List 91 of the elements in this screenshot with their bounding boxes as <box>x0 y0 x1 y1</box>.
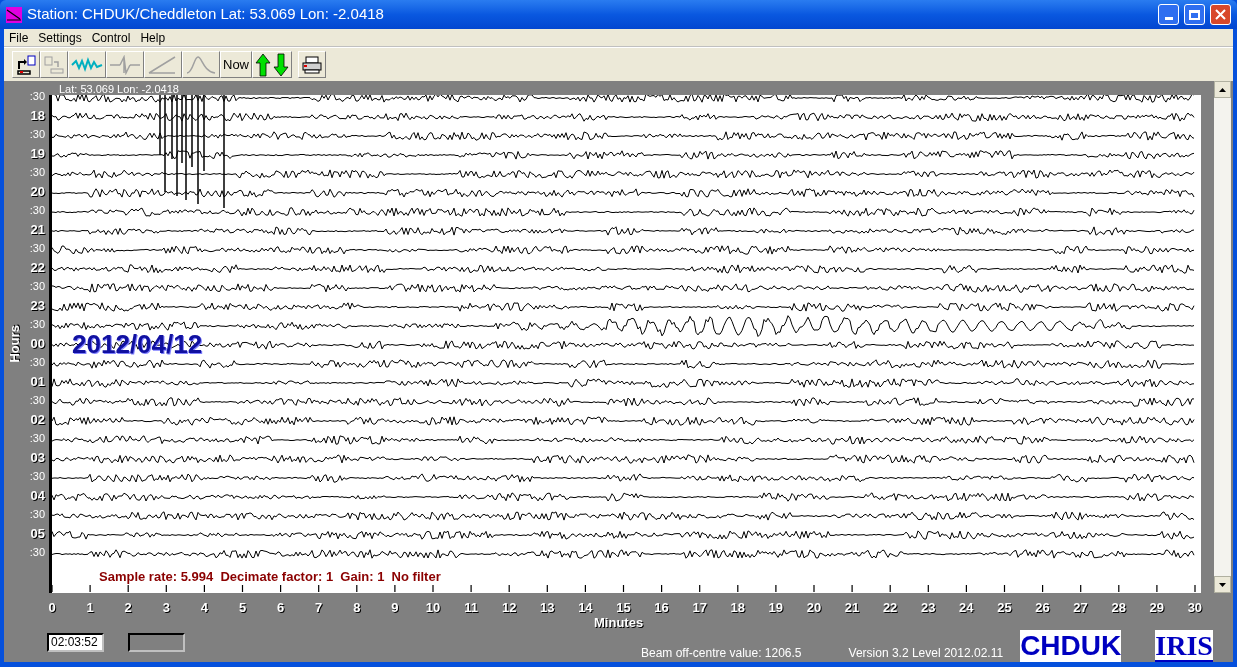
empty-field <box>128 633 185 652</box>
hour-label: 22 <box>30 259 45 277</box>
hour-label: :30 <box>29 355 45 370</box>
down-arrow-icon <box>1219 582 1226 587</box>
x-tick-label: 19 <box>767 600 785 615</box>
x-tick-label: 24 <box>958 600 975 615</box>
filter-icon <box>109 54 141 75</box>
hour-label: :30 <box>29 317 45 332</box>
hour-label: :30 <box>29 469 45 484</box>
close-button[interactable] <box>1210 4 1231 25</box>
maximize-button[interactable] <box>1184 4 1205 25</box>
up-arrow-icon <box>1219 87 1226 92</box>
hour-label: :30 <box>29 127 45 142</box>
app-icon <box>6 6 22 23</box>
x-tick-label: 6 <box>276 600 286 615</box>
toolbar-button[interactable] <box>298 51 326 78</box>
x-tick-label: 26 <box>1034 600 1051 615</box>
hour-label: :30 <box>29 545 45 560</box>
toolbar-button[interactable] <box>12 51 40 78</box>
x-tick-label: 2 <box>123 600 133 615</box>
beam-value-text: Beam off-centre value: 1206.5 <box>641 646 802 660</box>
x-tick-label: 16 <box>653 600 670 615</box>
x-tick-label: 23 <box>919 600 937 615</box>
time-field: 02:03:52 <box>47 633 104 652</box>
hour-label: 05 <box>30 525 45 543</box>
export-icon <box>15 54 37 75</box>
menu-item[interactable]: Help <box>137 28 169 47</box>
y-axis-label: Hours <box>6 325 24 363</box>
hour-label: :30 <box>29 431 45 446</box>
scroll-down-button[interactable] <box>1214 576 1231 593</box>
printer-icon <box>301 54 323 75</box>
x-tick-label: 25 <box>996 600 1013 615</box>
x-tick-label: 14 <box>577 600 594 615</box>
hour-label: 21 <box>30 221 45 239</box>
location-label: Lat: 53.069 Lon: -2.0418 <box>58 83 179 95</box>
x-tick-label: 9 <box>390 600 400 615</box>
station-logo: CHDUK <box>1020 630 1122 662</box>
hour-label: :30 <box>29 393 45 408</box>
vertical-scrollbar[interactable] <box>1214 81 1231 593</box>
x-axis-label: Minutes <box>594 615 644 630</box>
x-tick-label: 0 <box>47 600 57 615</box>
hour-label: :30 <box>29 507 45 522</box>
version-text: Version 3.2 Level 2012.02.11 <box>848 646 1004 660</box>
x-tick-label: 5 <box>237 600 248 615</box>
now-button[interactable]: Now <box>220 51 252 78</box>
hour-label: 04 <box>30 487 45 505</box>
x-tick-label: 29 <box>1148 600 1165 615</box>
hour-label: :30 <box>29 89 45 104</box>
menu-item[interactable]: File <box>6 28 32 47</box>
hour-label: 01 <box>30 373 45 391</box>
x-tick-label: 8 <box>352 600 362 615</box>
hour-label: 18 <box>30 107 45 125</box>
peak-curve-icon <box>185 54 217 75</box>
hour-label: :30 <box>29 279 45 294</box>
up-down-arrows-icon <box>255 52 289 77</box>
window-title: Station: CHDUK/Cheddleton Lat: 53.069 Lon: -2.0418 <box>27 4 385 25</box>
x-tick-label: 20 <box>805 600 823 615</box>
hour-label: :30 <box>29 241 45 256</box>
minimize-button[interactable] <box>1158 4 1179 25</box>
hour-label: 23 <box>30 297 45 315</box>
hour-label: :30 <box>29 165 45 180</box>
copy-icon <box>43 54 65 75</box>
hour-label: 00 <box>30 335 45 353</box>
scroll-up-button[interactable] <box>1214 81 1231 98</box>
x-tick-label: 3 <box>161 600 171 615</box>
x-tick-label: 12 <box>500 600 518 615</box>
menu-item[interactable]: Control <box>88 28 134 47</box>
hour-label: 20 <box>30 183 45 201</box>
x-tick-label: 30 <box>1186 600 1204 615</box>
x-tick-label: 17 <box>691 600 708 615</box>
network-logo: IRIS <box>1155 630 1214 662</box>
toolbar-button[interactable] <box>252 51 292 78</box>
x-tick-label: 15 <box>615 600 632 615</box>
x-tick-label: 7 <box>314 600 324 615</box>
x-tick-label: 22 <box>881 600 899 615</box>
menu-item[interactable]: Settings <box>35 28 85 47</box>
hour-label: :30 <box>29 203 45 218</box>
x-tick-label: 27 <box>1072 600 1089 615</box>
x-tick-label: 21 <box>843 600 861 615</box>
x-tick-label: 11 <box>463 600 479 615</box>
hour-label: 02 <box>30 411 45 429</box>
x-tick-label: 10 <box>424 600 442 615</box>
sample-info-text: Sample rate: 5.994 Decimate factor: 1 Gain: 1 No filter <box>98 569 442 585</box>
hour-label: 19 <box>30 145 45 163</box>
x-tick-label: 13 <box>539 600 556 615</box>
close-icon <box>1215 9 1226 20</box>
x-tick-label: 28 <box>1110 600 1127 615</box>
x-tick-label: 1 <box>85 600 95 615</box>
hour-label: 03 <box>30 449 45 467</box>
x-tick-label: 4 <box>199 600 210 615</box>
x-tick-label: 18 <box>729 600 746 615</box>
